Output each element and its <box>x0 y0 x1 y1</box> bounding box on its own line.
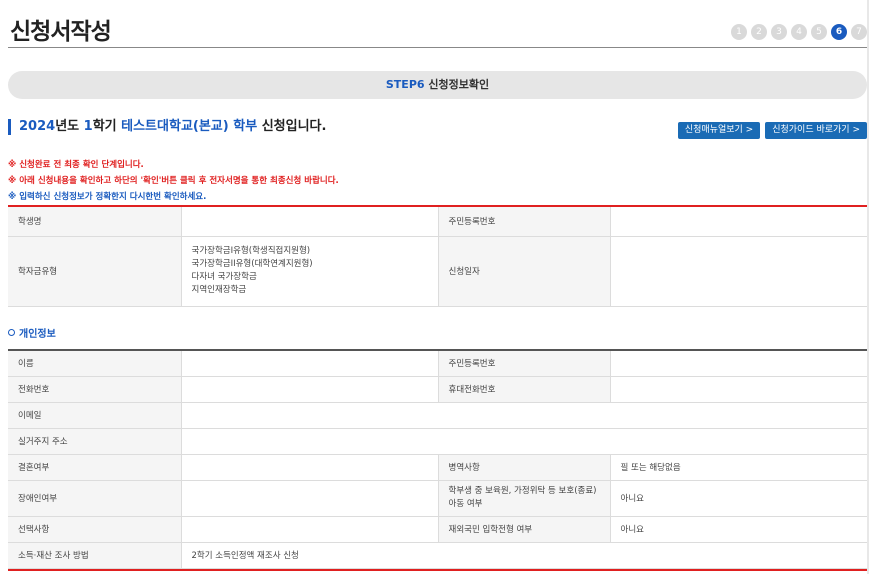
personal-rrn-value <box>610 350 867 377</box>
scholarship-type-4: 지역인재장학금 <box>191 285 247 295</box>
headline-level: 학부 <box>233 119 258 134</box>
apply-date-label: 신청일자 <box>438 236 611 307</box>
step-3: 3 <box>771 24 787 40</box>
page-title: 신청서작성 <box>10 19 112 45</box>
personal-section-label: 개인정보 <box>19 329 56 340</box>
personal-rrn-label: 주민등록번호 <box>438 350 611 377</box>
scholarship-type-label: 학자금유형 <box>8 236 182 307</box>
student-name-value <box>181 206 439 237</box>
phone-label: 전화번호 <box>8 376 182 403</box>
step-indicator: 1 2 3 4 5 6 7 <box>731 24 867 40</box>
step-bar: STEP6 신청정보확인 <box>8 71 867 99</box>
table-row: 소득·재산 조사 방법 2학기 소득인정액 재조사 신청 <box>8 542 867 569</box>
address-label: 실거주지 주소 <box>8 428 182 455</box>
military-label: 병역사항 <box>438 454 611 481</box>
headline-year-suffix: 년도 <box>55 119 80 134</box>
headline-tail: 신청입니다. <box>261 119 327 134</box>
table-row: 결혼여부 병역사항 필 또는 해당없음 <box>8 454 867 481</box>
address-value <box>181 428 867 455</box>
rrn-label: 주민등록번호 <box>438 206 611 237</box>
scholarship-type-3: 다자녀 국가장학금 <box>191 272 257 282</box>
title-divider <box>8 47 867 48</box>
table-row: 학자금유형 국가장학금I유형(학생직접지원형) 국가장학금II유형(대학연계지원… <box>8 236 867 307</box>
personal-info-table: 이름 주민등록번호 전화번호 휴대전화번호 이메일 실거주지 주소 결혼여부 병… <box>8 349 867 569</box>
notice-line-1: ※ 신청완료 전 최종 확인 단계입니다. <box>8 160 144 170</box>
child-care-value: 아니요 <box>610 480 867 517</box>
headline-year: 2024 <box>19 119 56 134</box>
table-row: 장애인여부 학부생 중 보육원, 가정위탁 등 보호(종료)아동 여부 아니요 <box>8 480 867 517</box>
step-bar-text: 신청정보확인 <box>428 78 490 91</box>
student-name-label: 학생명 <box>8 206 182 237</box>
married-label: 결혼여부 <box>8 454 182 481</box>
table-bottom-rule <box>8 569 867 571</box>
step-7: 7 <box>851 24 867 40</box>
scholarship-type-1: 국가장학금I유형(학생직접지원형) <box>191 246 311 256</box>
headline-semester-suffix: 학기 <box>92 119 117 134</box>
step-6-active: 6 <box>831 24 847 40</box>
overseas-value: 아니요 <box>610 516 867 543</box>
income-method-label: 소득·재산 조사 방법 <box>8 542 182 569</box>
table-row: 학생명 주민등록번호 <box>8 206 867 237</box>
optional-value <box>181 516 439 543</box>
disabled-label: 장애인여부 <box>8 480 182 517</box>
table-row: 선택사항 재외국민 입학전형 여부 아니요 <box>8 516 867 543</box>
step-2: 2 <box>751 24 767 40</box>
child-care-label: 학부생 중 보육원, 가정위탁 등 보호(종료)아동 여부 <box>438 480 611 517</box>
email-label: 이메일 <box>8 402 182 429</box>
step-5: 5 <box>811 24 827 40</box>
headline-semester: 1 <box>83 119 93 134</box>
step-4: 4 <box>791 24 807 40</box>
summary-table: 학생명 주민등록번호 학자금유형 국가장학금I유형(학생직접지원형) 국가장학금… <box>8 205 867 307</box>
name-value <box>181 350 439 377</box>
step-bar-step: STEP6 <box>385 78 425 91</box>
table-row: 실거주지 주소 <box>8 428 867 455</box>
notice-block: ※ 신청완료 전 최종 확인 단계입니다. ※ 아래 신청내용을 확인하고 하단… <box>8 157 339 205</box>
notice-line-3: ※ 입력하신 신청정보가 정확한지 다시한번 확인하세요. <box>8 192 207 202</box>
step-1: 1 <box>731 24 747 40</box>
phone-value <box>181 376 439 403</box>
table-row: 전화번호 휴대전화번호 <box>8 376 867 403</box>
personal-section-title: 개인정보 <box>8 325 56 340</box>
married-value <box>181 454 439 481</box>
view-guide-button[interactable]: 신청가이드 바로가기 > <box>765 122 867 139</box>
notice-line-2: ※ 아래 신청내용을 확인하고 하단의 '확인'버튼 클릭 후 전자서명을 통한… <box>8 176 339 186</box>
optional-label: 선택사항 <box>8 516 182 543</box>
mobile-label: 휴대전화번호 <box>438 376 611 403</box>
header-buttons: 신청매뉴얼보기 > 신청가이드 바로가기 > <box>677 122 867 139</box>
military-value: 필 또는 해당없음 <box>610 454 867 481</box>
mobile-value <box>610 376 867 403</box>
view-manual-button[interactable]: 신청매뉴얼보기 > <box>677 122 761 139</box>
name-label: 이름 <box>8 350 182 377</box>
scholarship-type-value: 국가장학금I유형(학생직접지원형) 국가장학금II유형(대학연계지원형) 다자녀… <box>181 236 439 307</box>
scholarship-type-2: 국가장학금II유형(대학연계지원형) <box>191 259 313 269</box>
application-headline: 2024년도 1학기 테스트대학교(본교) 학부 신청입니다. <box>8 119 326 135</box>
rrn-value <box>610 206 867 237</box>
disabled-value <box>181 480 439 517</box>
income-method-value: 2학기 소득인정액 재조사 신청 <box>181 542 867 569</box>
table-row: 이름 주민등록번호 <box>8 350 867 377</box>
headline-school: 테스트대학교(본교) <box>121 119 229 134</box>
overseas-label: 재외국민 입학전형 여부 <box>438 516 611 543</box>
apply-date-value <box>610 236 867 307</box>
email-value <box>181 402 867 429</box>
table-row: 이메일 <box>8 402 867 429</box>
circle-bullet-icon <box>8 329 15 336</box>
